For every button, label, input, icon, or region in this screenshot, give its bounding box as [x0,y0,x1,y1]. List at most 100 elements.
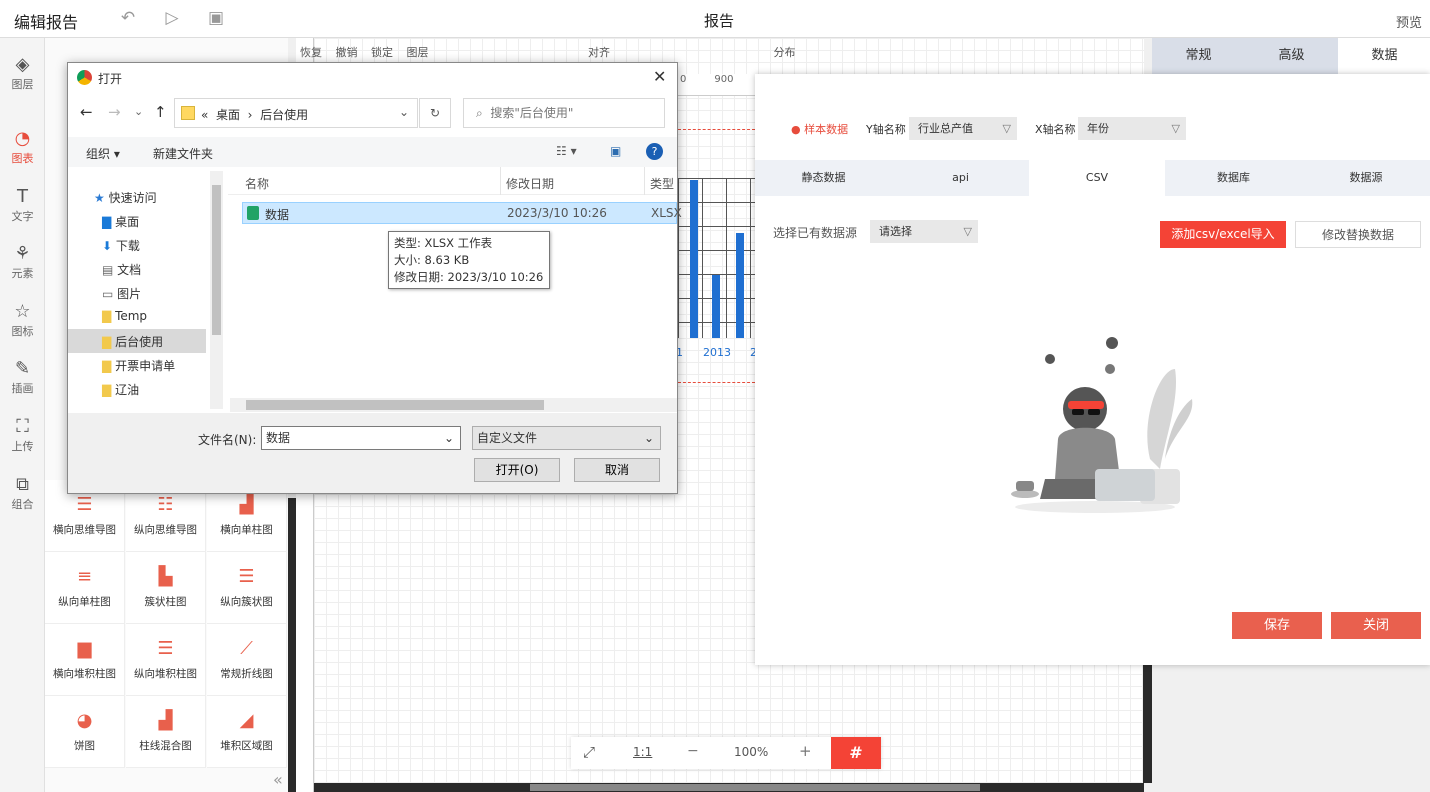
combo-icon: ▟ [158,710,173,731]
col-date[interactable]: 修改日期 [506,175,554,192]
tab-csv[interactable]: CSV [1029,160,1165,196]
chart-bar[interactable] [712,275,720,338]
command-bar: 组织 ▾ 新建文件夹 ☷ ▾ ▣ ? [68,137,677,167]
close-icon[interactable]: ✕ [653,67,666,86]
align-button[interactable]: 对齐 [588,46,610,59]
zoom-out-button[interactable]: − [687,743,699,759]
file-list: 名称 修改日期 类型 数据 2023/3/10 10:26 XLSX 类型: X… [228,167,682,412]
tree-temp[interactable]: ▇ Temp [102,309,147,323]
save-icon[interactable]: ▣ [206,8,226,28]
chevron-down-icon: ▽ [1171,122,1180,135]
h-scroll-thumb[interactable] [530,784,980,791]
nav-upload[interactable]: ⛶ 上传 [0,416,45,454]
tab-static[interactable]: 静态数据 [755,160,892,196]
tile-stack-h[interactable]: ▆ 横向堆积柱图 [45,624,125,696]
table-row[interactable]: 数据 2023/3/10 10:26 XLSX [242,202,682,224]
distribute-button[interactable]: 分布 [774,46,796,59]
tab-general[interactable]: 常规 [1152,38,1245,74]
undo-button[interactable]: 撤销 [336,46,358,59]
breadcrumb-item[interactable]: 桌面 [216,108,240,122]
nav-layers[interactable]: ◈ 图层 [0,54,45,92]
tile-area[interactable]: ◢ 堆积区域图 [207,696,287,768]
recent-dropdown-icon[interactable]: ⌄ [134,105,143,118]
lock-button[interactable]: 锁定 [371,46,393,59]
help-icon[interactable]: ? [646,143,663,160]
replace-data-button[interactable]: 修改替换数据 [1295,221,1421,248]
layers-icon: ◈ [15,54,30,75]
back-arrow-icon[interactable]: ← [80,103,93,121]
tile-cluster[interactable]: ▙ 簇状柱图 [126,552,206,624]
list-h-scrollbar[interactable] [230,398,677,412]
tab-data[interactable]: 数据 [1338,38,1430,74]
collapse-icon[interactable]: « [273,770,283,789]
tile-bar-v[interactable]: ≡ 纵向单柱图 [45,552,125,624]
col-name[interactable]: 名称 [245,175,269,192]
tab-database[interactable]: 数据库 [1165,160,1302,196]
list-scroll-thumb[interactable] [246,400,544,410]
filetype-select[interactable]: 自定义文件 ⌄ [472,426,661,450]
tab-datasource[interactable]: 数据源 [1302,160,1430,196]
tile-combo[interactable]: ▟ 柱线混合图 [126,696,206,768]
filename-input[interactable]: 数据 ⌄ [261,426,461,450]
cancel-button[interactable]: 取消 [574,458,660,482]
x-axis-select[interactable]: 年份 ▽ [1078,117,1186,140]
actual-size-button[interactable]: 1:1 [633,745,652,759]
tile-pie[interactable]: ◕ 饼图 [45,696,125,768]
tree-scroll-thumb[interactable] [212,185,221,335]
up-arrow-icon[interactable]: ↑ [154,103,167,121]
refresh-icon[interactable]: ↻ [419,98,451,128]
play-icon[interactable]: ▷ [162,8,182,28]
grid-toggle-icon[interactable]: # [831,737,881,769]
preview-button[interactable]: 预览 [1396,12,1422,31]
breadcrumb-item[interactable]: 后台使用 [260,108,308,122]
tree-documents[interactable]: ▤ 文档 [102,261,141,278]
import-csv-button[interactable]: 添加csv/excel导入 [1160,221,1286,248]
col-type[interactable]: 类型 [650,175,674,192]
chevron-down-icon[interactable]: ⌄ [399,105,409,119]
nav-icons[interactable]: ☆ 图标 [0,301,45,339]
redo-button[interactable]: 恢复 [300,46,322,59]
tree-invoice[interactable]: ▇ 开票申请单 [102,357,175,374]
forward-arrow-icon[interactable]: → [108,103,121,121]
chart-bar[interactable] [690,180,698,338]
y-axis-select[interactable]: 行业总产值 ▽ [909,117,1017,140]
report-title: 报告 [704,12,735,30]
nav-text[interactable]: T 文字 [0,186,45,224]
zoom-in-button[interactable]: + [799,742,812,760]
tab-advanced[interactable]: 高级 [1245,38,1338,74]
tree-desktop[interactable]: ▇ 桌面 [102,213,139,230]
tile-stack-v[interactable]: ☰ 纵向堆积柱图 [126,624,206,696]
new-folder-button[interactable]: 新建文件夹 [153,145,213,162]
open-file-dialog: 打开 ✕ ← → ⌄ ↑ « 桌面 › 后台使用 ⌄ ↻ ⌕ 搜索"后台使用" … [67,62,682,494]
tile-cluster-v[interactable]: ☰ 纵向簇状图 [207,552,287,624]
tree-liaoyou[interactable]: ▇ 辽油 [102,381,139,398]
tree-quick-access[interactable]: ★ 快速访问 [94,189,157,206]
fit-screen-icon[interactable]: ⤢ [583,743,595,761]
tree-backend[interactable]: ▇ 后台使用 [102,333,163,350]
search-input[interactable]: ⌕ 搜索"后台使用" [463,98,665,128]
source-select[interactable]: 请选择 ▽ [870,220,978,243]
nav-illustration[interactable]: ✎ 插画 [0,358,45,396]
chart-bar[interactable] [736,233,744,338]
organize-menu[interactable]: 组织 ▾ [86,145,120,162]
view-options-icon[interactable]: ☷ ▾ [556,144,577,158]
tree-label: 辽油 [115,383,140,397]
tree-pictures[interactable]: ▭ 图片 [102,285,141,302]
close-button[interactable]: 关闭 [1331,612,1421,639]
tile-line[interactable]: ⟋ 常规折线图 [207,624,287,696]
tree-scrollbar[interactable] [210,171,223,409]
save-button[interactable]: 保存 [1232,612,1322,639]
guide-line [678,129,755,130]
layer-button[interactable]: 图层 [407,46,429,59]
preview-pane-icon[interactable]: ▣ [610,144,621,158]
tile-label: 堆积区域图 [220,740,273,752]
tree-downloads[interactable]: ⬇ 下载 [102,237,140,254]
breadcrumb-overflow[interactable]: « [201,108,208,122]
open-button[interactable]: 打开(O) [474,458,560,482]
nav-elements[interactable]: ⚘ 元素 [0,243,45,281]
nav-group[interactable]: ⧉ 组合 [0,474,45,512]
tab-api[interactable]: api [892,160,1029,196]
address-bar[interactable]: « 桌面 › 后台使用 ⌄ [174,98,418,128]
undo-icon[interactable]: ↶ [118,8,138,28]
nav-chart[interactable]: ◔ 图表 [0,128,45,166]
